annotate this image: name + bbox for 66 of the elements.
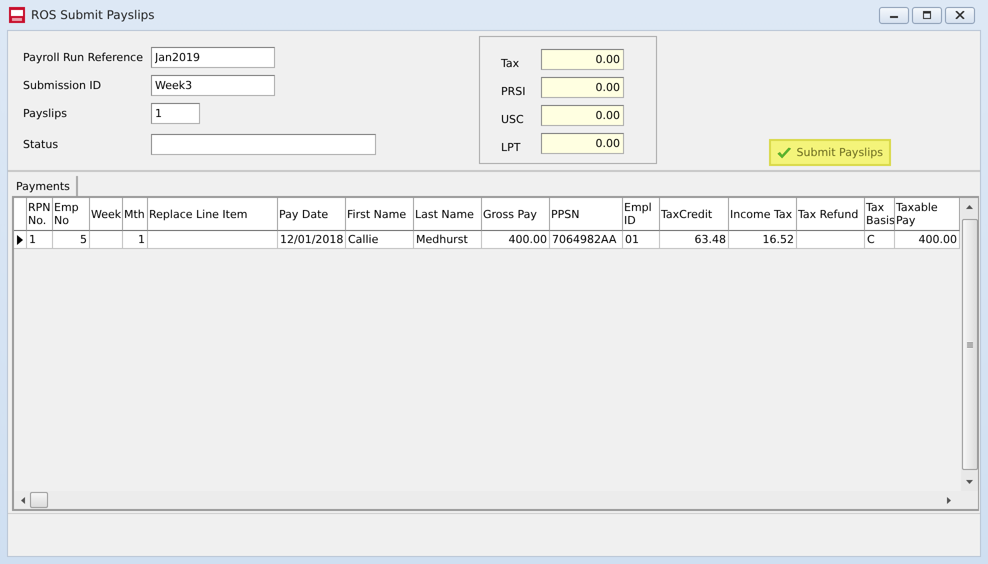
table-cell: 1 — [27, 231, 53, 249]
close-icon — [955, 11, 965, 19]
scroll-left-icon[interactable] — [20, 496, 25, 504]
field-label: Status — [23, 138, 60, 151]
table-cell: 1 — [123, 231, 148, 249]
submit-button[interactable]: Submit Payslips — [769, 139, 891, 166]
minimize-button[interactable] — [879, 6, 909, 24]
field-label: Payroll Run Reference — [23, 51, 144, 64]
input-field[interactable]: 1 — [151, 103, 200, 124]
scroll-thumb[interactable] — [30, 492, 48, 508]
table-cell: 5 — [53, 231, 90, 249]
input-field[interactable] — [151, 134, 376, 155]
column-header[interactable]: Last Name — [414, 198, 482, 231]
maximize-icon — [922, 11, 932, 19]
total-field[interactable]: 0.00 — [541, 77, 624, 98]
row-pointer-icon — [17, 234, 23, 244]
column-header[interactable]: First Name — [346, 198, 414, 231]
column-header[interactable]: Income Tax — [729, 198, 797, 231]
horizontal-scrollbar[interactable] — [14, 491, 978, 509]
table-cell: 400.00 — [482, 231, 550, 249]
table-cell: 16.52 — [729, 231, 797, 249]
field-label: Submission ID — [23, 79, 102, 92]
total-label: LPT — [501, 141, 522, 154]
table-cell — [797, 231, 865, 249]
scroll-thumb[interactable] — [962, 219, 978, 470]
table-cell: 63.48 — [660, 231, 729, 249]
table-cell: C — [865, 231, 895, 249]
scroll-up-icon[interactable] — [966, 204, 973, 209]
column-header[interactable]: Emp No — [53, 198, 90, 231]
column-header[interactable]: Tax Refund — [797, 198, 865, 231]
close-button[interactable] — [945, 6, 975, 24]
table-cell: 12/01/2018 — [278, 231, 346, 249]
column-header[interactable]: TaxCredit — [660, 198, 729, 231]
table-cell: Medhurst — [414, 231, 482, 249]
total-label: USC — [501, 113, 525, 126]
checkmark-icon — [777, 144, 792, 160]
total-label: Tax — [501, 57, 520, 70]
maximize-button[interactable] — [912, 6, 942, 24]
column-header[interactable]: Gross Pay — [482, 198, 550, 231]
window-title: ROS Submit Payslips — [31, 8, 155, 22]
total-field[interactable]: 0.00 — [541, 133, 624, 154]
column-header[interactable]: RPN No. — [27, 198, 53, 231]
column-header[interactable]: Empl ID — [623, 198, 660, 231]
table-cell: 7064982AA — [550, 231, 623, 249]
column-header[interactable]: Taxable Pay — [895, 198, 960, 231]
column-header[interactable]: Tax Basis — [865, 198, 895, 231]
column-header[interactable]: Week — [90, 198, 123, 231]
input-field[interactable]: Week3 — [151, 75, 275, 96]
total-field[interactable]: 0.00 — [541, 49, 624, 70]
column-header[interactable]: Mth — [123, 198, 148, 231]
table-cell: Callie — [346, 231, 414, 249]
total-field[interactable]: 0.00 — [541, 105, 624, 126]
column-header[interactable]: Replace Line Item — [148, 198, 278, 231]
table-cell — [90, 231, 123, 249]
table-cell: 400.00 — [895, 231, 960, 249]
field-label: Payslips — [23, 107, 68, 120]
app-icon — [9, 7, 25, 23]
table-cell: 01 — [623, 231, 660, 249]
vertical-scrollbar[interactable] — [961, 198, 978, 491]
grip-icon — [966, 342, 972, 348]
total-label: PRSI — [501, 85, 527, 98]
scroll-down-icon[interactable] — [966, 480, 973, 485]
row-selector[interactable] — [14, 231, 27, 249]
column-header[interactable]: Pay Date — [278, 198, 346, 231]
scroll-right-icon[interactable] — [947, 496, 952, 504]
column-header[interactable]: PPSN — [550, 198, 623, 231]
